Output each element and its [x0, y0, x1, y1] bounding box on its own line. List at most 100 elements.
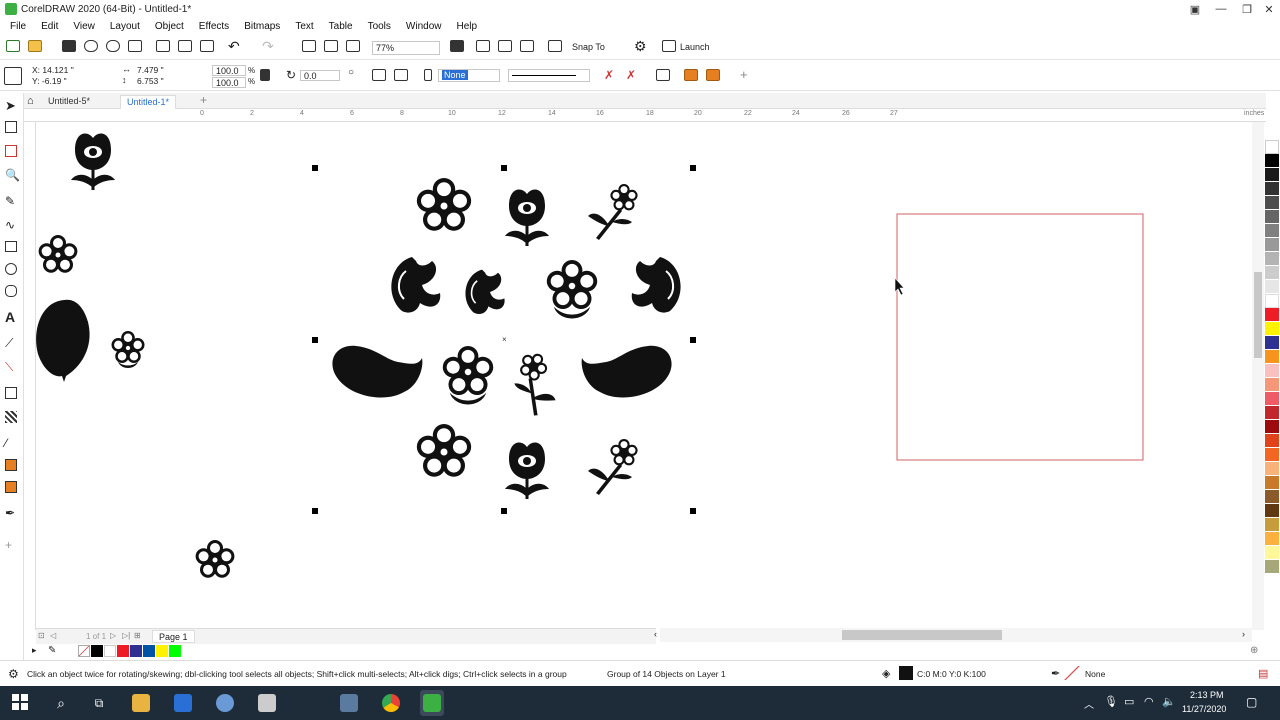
selection-handle[interactable]	[312, 508, 318, 514]
color-swatch[interactable]	[1265, 308, 1279, 322]
vertical-ruler[interactable]	[24, 122, 36, 630]
color-swatch[interactable]	[1265, 210, 1279, 224]
scroll-right-icon[interactable]: ›	[1242, 629, 1245, 639]
color-swatch[interactable]	[1265, 490, 1279, 504]
crop-tool-icon[interactable]	[5, 145, 20, 160]
color-swatch[interactable]	[1265, 196, 1279, 210]
menu-effects[interactable]: Effects	[193, 21, 238, 32]
doc-color-swatch[interactable]	[169, 645, 181, 657]
color-swatch[interactable]	[1265, 560, 1279, 574]
rulers-icon[interactable]	[476, 40, 490, 54]
paste-icon[interactable]	[200, 40, 214, 54]
home-icon[interactable]: ⌂	[27, 95, 34, 107]
y-position-field[interactable]: Y: -6.19 "	[32, 76, 67, 86]
selection-handle[interactable]	[690, 337, 696, 343]
add-tool-icon[interactable]: +	[5, 539, 20, 554]
app-taskbar-icon[interactable]	[216, 694, 234, 712]
text-tool-icon[interactable]: A	[5, 310, 20, 326]
rotation-field[interactable]: 0.0	[300, 70, 340, 81]
color-swatch[interactable]	[1265, 322, 1279, 336]
object-origin-icon[interactable]	[4, 67, 22, 85]
tab-untitled-5[interactable]: Untitled-5*	[42, 95, 96, 109]
pdf-icon[interactable]	[346, 40, 360, 54]
grid-icon[interactable]	[498, 40, 512, 54]
clock-date[interactable]: 11/27/2020	[1182, 704, 1226, 714]
minimize-button[interactable]: —	[1208, 0, 1234, 18]
tulip-shape[interactable]	[71, 133, 115, 190]
horizontal-scrollbar[interactable]: ‹ ›	[654, 628, 1252, 642]
height-field[interactable]: 6.753 "	[137, 76, 164, 86]
coreldraw-taskbar-icon[interactable]	[174, 694, 192, 712]
rectangle-tool-icon[interactable]	[5, 241, 20, 256]
color-swatch[interactable]	[1265, 434, 1279, 448]
wrap-text-icon[interactable]	[656, 69, 670, 83]
cut-icon[interactable]	[156, 40, 170, 54]
doc-color-swatch[interactable]	[117, 645, 129, 657]
menu-object[interactable]: Object	[149, 21, 193, 32]
add-page-icon[interactable]: ⊞	[134, 631, 141, 640]
horizontal-ruler[interactable]: 0 2 4 6 8 10 12 14 16 18 20 22 24 26 27 …	[24, 109, 1266, 122]
vertical-scrollbar[interactable]	[1252, 122, 1264, 630]
save-icon[interactable]	[62, 40, 76, 54]
paisley-leaf-shape[interactable]	[36, 299, 90, 382]
open-icon[interactable]	[28, 40, 42, 54]
outline-none-swatch[interactable]	[1064, 666, 1080, 680]
first-page-icon[interactable]: ⊡	[38, 631, 45, 640]
eyedropper-tool-icon[interactable]: ⁄	[5, 437, 20, 452]
drawing-canvas[interactable]: ×	[36, 122, 1252, 630]
eyedropper-icon[interactable]: ✎	[48, 645, 56, 656]
selection-handle[interactable]	[312, 337, 318, 343]
color-swatch[interactable]	[1265, 280, 1279, 294]
file-explorer-icon[interactable]	[132, 694, 150, 712]
volume-icon[interactable]: 🔈	[1162, 695, 1176, 708]
coreldraw-active-taskbar-icon[interactable]	[420, 690, 444, 716]
scale-y-field[interactable]: 100.0	[212, 77, 246, 88]
color-swatch[interactable]	[1265, 420, 1279, 434]
redo-icon[interactable]: ↷	[262, 39, 276, 54]
launch-dropdown[interactable]: Launch	[680, 42, 710, 52]
user-icon[interactable]: ▣	[1182, 0, 1208, 18]
outline-pen-icon[interactable]	[424, 69, 438, 83]
to-back-icon[interactable]	[706, 69, 720, 83]
drop-shadow-tool-icon[interactable]	[5, 387, 20, 402]
interactive-fill-tool-icon[interactable]	[5, 459, 20, 474]
fill-color-swatch[interactable]	[899, 666, 913, 680]
menu-text[interactable]: Text	[289, 21, 322, 32]
line-style-select[interactable]	[508, 69, 590, 82]
color-swatch-none[interactable]	[1265, 140, 1279, 154]
outline-width-select[interactable]: None	[438, 69, 500, 82]
color-swatch[interactable]	[1265, 336, 1279, 350]
tab-untitled-1[interactable]: Untitled-1*	[120, 95, 177, 109]
selection-handle[interactable]	[690, 165, 696, 171]
menu-tools[interactable]: Tools	[362, 21, 400, 32]
mirror-vertical-icon[interactable]	[394, 69, 408, 83]
search-icon[interactable]: ⌕	[52, 694, 70, 712]
app-taskbar-icon-2[interactable]	[258, 694, 276, 712]
guidelines-icon[interactable]	[520, 40, 534, 54]
new-tab-icon[interactable]: +	[200, 93, 207, 107]
scroll-left-icon[interactable]: ‹	[654, 629, 657, 639]
export-icon[interactable]	[324, 40, 338, 54]
windows-start-icon[interactable]	[12, 694, 30, 712]
app-taskbar-icon-3[interactable]	[340, 694, 358, 712]
options-gear-icon[interactable]: ⚙	[634, 39, 648, 54]
add-toolbar-icon[interactable]: +	[740, 67, 748, 82]
color-swatch[interactable]	[1265, 294, 1279, 308]
ellipse-tool-icon[interactable]	[5, 263, 20, 278]
scale-x-field[interactable]: 100.0	[212, 65, 246, 76]
copy-icon[interactable]	[178, 40, 192, 54]
break-apart-icon[interactable]: ✗	[604, 69, 618, 83]
selection-handle[interactable]	[501, 508, 507, 514]
small-flower-shape[interactable]	[111, 331, 145, 368]
polygon-tool-icon[interactable]	[5, 285, 20, 300]
color-swatch[interactable]	[1265, 154, 1279, 168]
menu-help[interactable]: Help	[451, 21, 487, 32]
shape-tool-icon[interactable]	[5, 121, 20, 136]
artistic-media-tool-icon[interactable]: ∿	[5, 219, 20, 234]
new-document-icon[interactable]	[6, 40, 20, 54]
doc-color-swatch[interactable]	[130, 645, 142, 657]
color-swatch[interactable]	[1265, 392, 1279, 406]
color-swatch[interactable]	[1265, 448, 1279, 462]
menu-bitmaps[interactable]: Bitmaps	[238, 21, 289, 32]
color-swatch[interactable]	[1265, 350, 1279, 364]
